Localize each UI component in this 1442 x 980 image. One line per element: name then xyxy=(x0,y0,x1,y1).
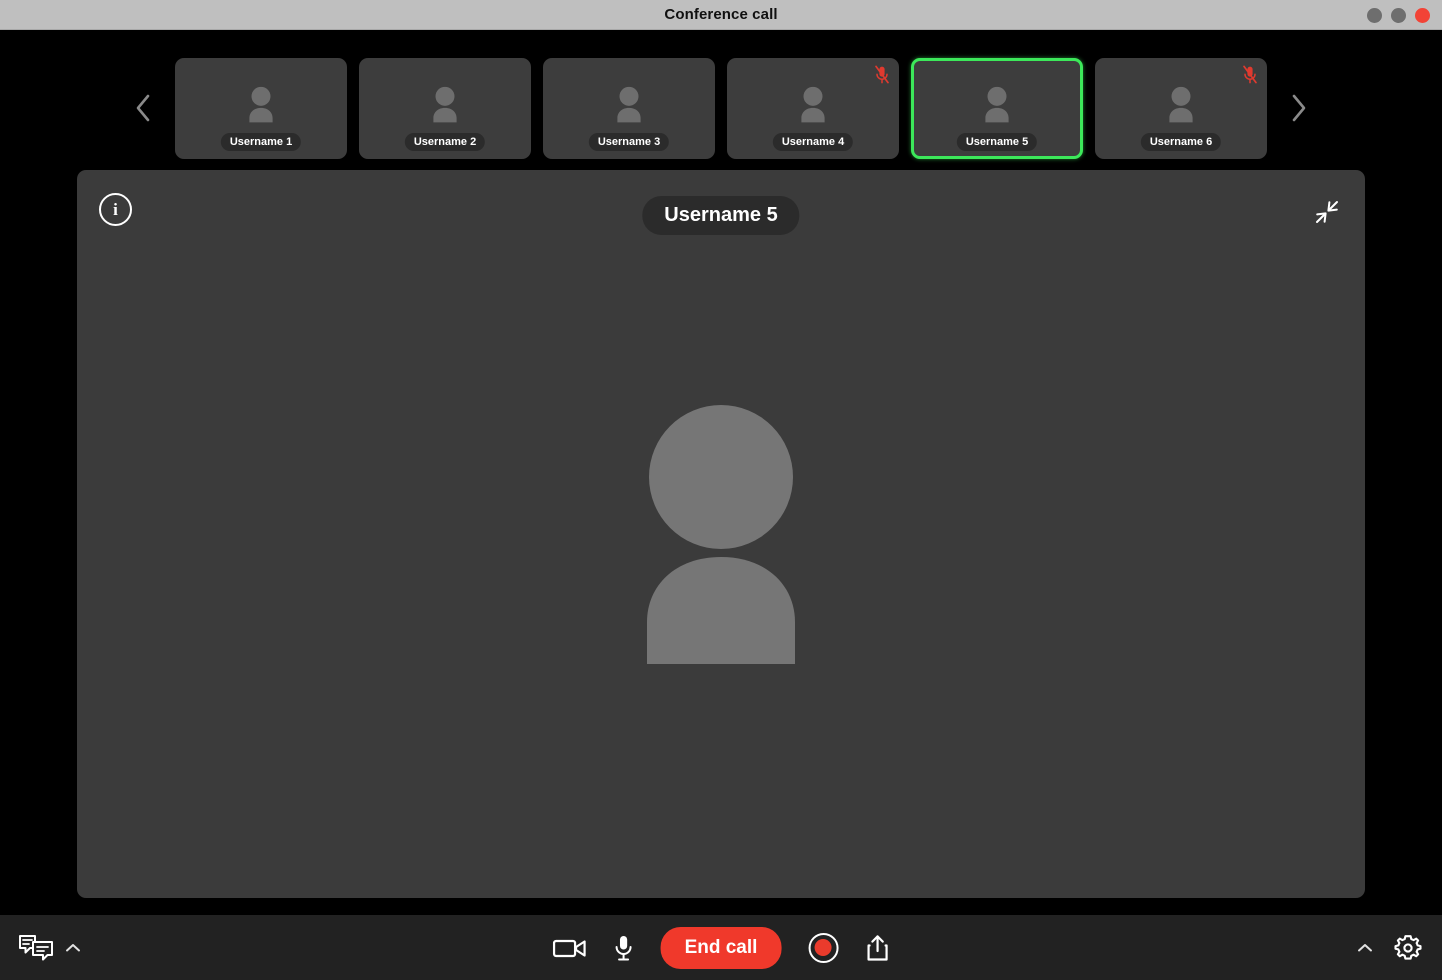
participant-thumbnail-active[interactable]: Username 5 xyxy=(911,57,1083,159)
call-stage: Username 1 Username 2 Username 3 Usernam… xyxy=(0,30,1442,915)
info-icon: i xyxy=(113,199,118,219)
video-camera-icon xyxy=(552,939,586,957)
video-panel-header: i Username 5 xyxy=(77,170,1365,248)
participant-name: Username 6 xyxy=(1140,132,1222,151)
call-controls-bar: End call xyxy=(0,915,1442,980)
participant-name: Username 5 xyxy=(956,132,1038,151)
window-close-button[interactable] xyxy=(1415,7,1430,23)
chevron-up-icon xyxy=(66,943,80,951)
share-button[interactable] xyxy=(865,934,889,962)
chevron-left-icon xyxy=(136,94,150,122)
settings-options-button[interactable] xyxy=(1356,942,1374,954)
chevron-up-icon xyxy=(1358,943,1372,951)
participant-name: Username 2 xyxy=(404,132,486,151)
active-speaker-name: Username 5 xyxy=(642,196,800,235)
person-avatar-icon xyxy=(249,86,273,123)
microphone-icon xyxy=(615,935,632,960)
person-avatar-icon xyxy=(617,86,641,123)
microphone-muted-icon xyxy=(874,65,890,85)
participant-name: Username 1 xyxy=(220,132,302,151)
participant-filmstrip: Username 1 Username 2 Username 3 Usernam… xyxy=(0,52,1442,164)
share-upload-icon xyxy=(867,934,888,961)
bottom-left-controls xyxy=(18,933,82,963)
person-avatar-icon xyxy=(433,86,457,123)
chevron-right-icon xyxy=(1292,94,1306,122)
info-button[interactable]: i xyxy=(99,193,132,226)
chat-button[interactable] xyxy=(18,933,54,963)
main-person-avatar-icon xyxy=(647,405,795,664)
chat-bubbles-icon xyxy=(19,934,53,960)
window-maximize-button[interactable] xyxy=(1391,7,1406,23)
collapse-view-button[interactable] xyxy=(1309,194,1345,230)
window-buttons xyxy=(1367,0,1430,30)
participant-thumbnail[interactable]: Username 1 xyxy=(175,57,347,159)
person-avatar-icon xyxy=(1169,86,1193,123)
settings-button[interactable] xyxy=(1392,932,1424,964)
primary-call-controls: End call xyxy=(552,926,890,969)
microphone-toggle-button[interactable] xyxy=(614,934,634,962)
filmstrip-next-button[interactable] xyxy=(1279,78,1319,138)
chat-options-button[interactable] xyxy=(64,942,82,954)
record-circle-icon xyxy=(814,939,832,956)
camera-toggle-button[interactable] xyxy=(552,936,587,960)
microphone-muted-icon xyxy=(1242,65,1258,85)
person-avatar-icon xyxy=(801,86,825,123)
bottom-right-controls xyxy=(1356,932,1424,964)
participant-thumbnails: Username 1 Username 2 Username 3 Usernam… xyxy=(175,57,1267,159)
window-titlebar: Conference call xyxy=(0,0,1442,30)
collapse-arrows-icon xyxy=(1316,201,1338,223)
record-button[interactable] xyxy=(808,932,839,963)
participant-thumbnail[interactable]: Username 2 xyxy=(359,57,531,159)
participant-thumbnail[interactable]: Username 3 xyxy=(543,57,715,159)
participant-thumbnail[interactable]: Username 6 xyxy=(1095,57,1267,159)
participant-thumbnail[interactable]: Username 4 xyxy=(727,57,899,159)
end-call-button[interactable]: End call xyxy=(660,926,782,969)
window-title: Conference call xyxy=(664,6,778,23)
participant-name: Username 4 xyxy=(772,132,854,151)
person-avatar-icon xyxy=(985,86,1009,123)
participant-name: Username 3 xyxy=(588,132,670,151)
gear-icon xyxy=(1394,934,1422,960)
window-minimize-button[interactable] xyxy=(1367,7,1382,23)
filmstrip-prev-button[interactable] xyxy=(123,78,163,138)
main-video-panel: i Username 5 xyxy=(77,170,1365,898)
